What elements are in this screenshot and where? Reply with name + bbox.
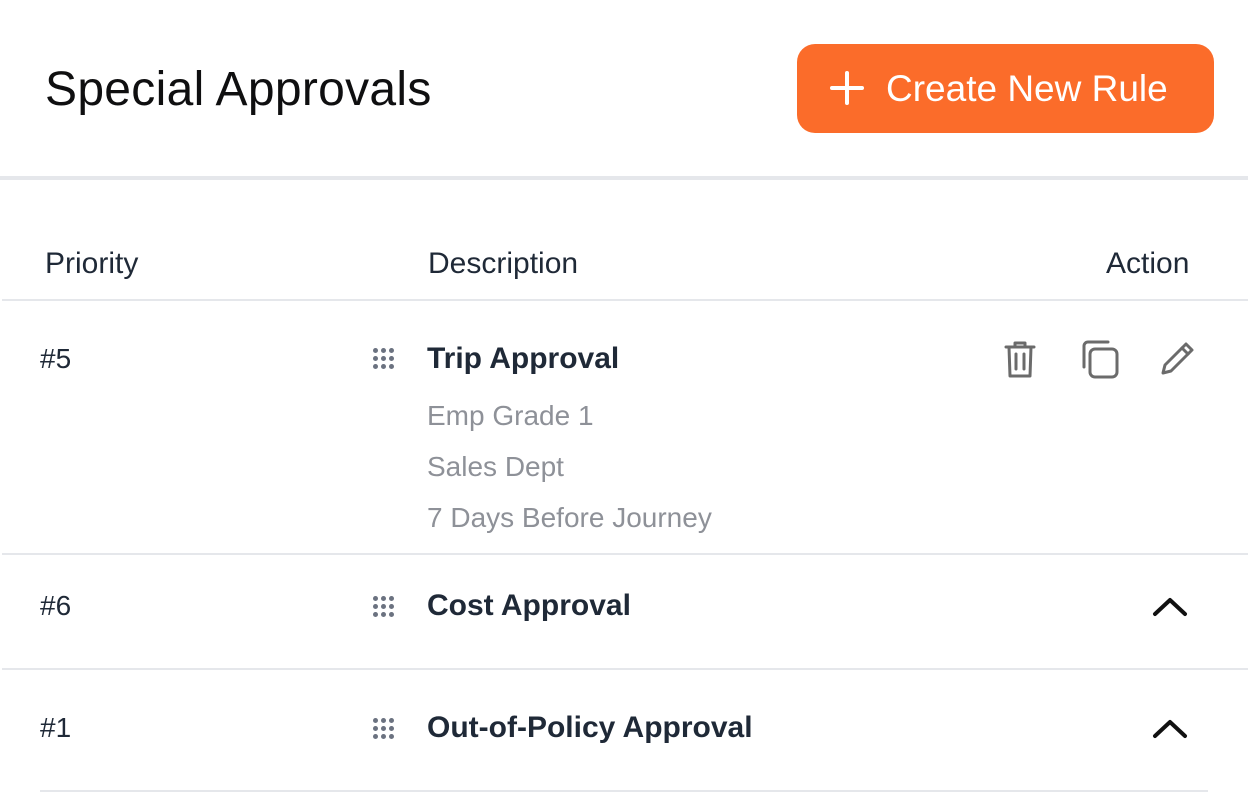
rule-detail: Emp Grade 1: [427, 400, 594, 431]
row-divider: [2, 668, 1248, 670]
trash-icon[interactable]: [998, 337, 1042, 381]
drag-handle-icon[interactable]: [372, 595, 396, 619]
header-divider: [2, 299, 1248, 301]
chevron-up-icon[interactable]: [1150, 714, 1190, 744]
page-title: Special Approvals: [45, 63, 432, 116]
column-header-priority[interactable]: Priority: [45, 244, 138, 284]
drag-handle-icon[interactable]: [372, 347, 396, 371]
chevron-up-icon[interactable]: [1150, 592, 1190, 622]
rule-title: Cost Approval: [427, 589, 631, 622]
rule-title: Trip Approval: [427, 342, 620, 375]
rule-detail: Sales Dept: [427, 451, 564, 482]
copy-icon[interactable]: [1077, 337, 1121, 381]
row-priority: #6: [40, 590, 72, 621]
plus-icon: [829, 70, 865, 106]
page-header: Special Approvals Create New Rule: [0, 0, 1248, 180]
rule-title: Out-of-Policy Approval: [427, 711, 753, 744]
row-priority: #1: [40, 712, 72, 743]
row-divider: [40, 790, 1208, 792]
create-new-rule-label: Create New Rule: [886, 68, 1168, 109]
pencil-icon[interactable]: [1155, 337, 1199, 381]
create-new-rule-button[interactable]: Create New Rule: [797, 44, 1214, 133]
column-header-action: Action: [1106, 247, 1190, 280]
row-divider: [2, 553, 1248, 555]
rule-detail: 7 Days Before Journey: [427, 502, 712, 533]
row-priority: #5: [40, 343, 72, 374]
column-header-description[interactable]: Description: [428, 244, 578, 284]
drag-handle-icon[interactable]: [372, 717, 396, 741]
